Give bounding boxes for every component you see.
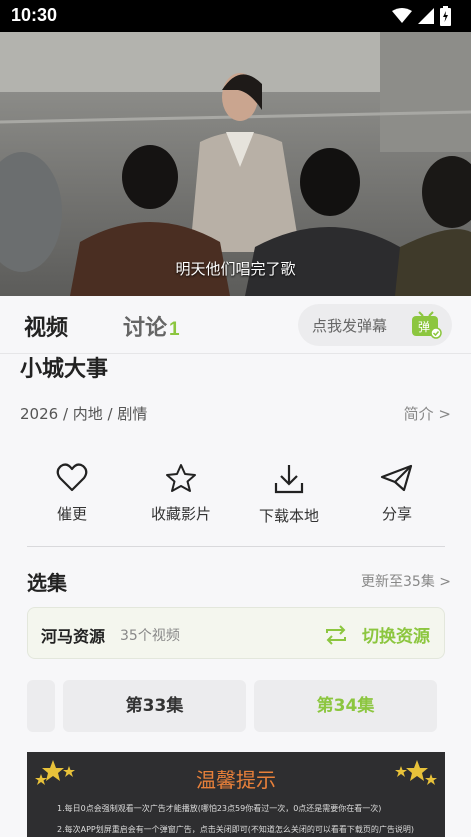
status-time: 10:30 <box>11 5 58 25</box>
show-title: 小城大事 <box>20 357 109 382</box>
download-label: 下载本地 <box>258 507 319 525</box>
danmu-tv-icon[interactable]: 弹 <box>410 310 442 340</box>
tabs-bar: 视频 讨论 1 点我发弹幕 弹 <box>0 296 471 354</box>
show-meta: 2026 / 内地 / 剧情 <box>20 405 148 423</box>
heart-icon <box>56 463 88 492</box>
tab-discussion[interactable]: 讨论 1 <box>123 310 180 342</box>
svg-text:弹: 弹 <box>418 320 430 334</box>
star-icon <box>166 464 196 492</box>
source-name: 河马资源 <box>41 627 106 646</box>
source-count: 35个视频 <box>120 628 180 644</box>
favorite-label: 收藏影片 <box>150 505 211 523</box>
episode-item[interactable]: 第33集 <box>63 680 246 732</box>
danmu-placeholder: 点我发弹幕 <box>312 317 388 335</box>
video-frame <box>0 32 471 296</box>
switch-arrows-icon <box>326 624 346 645</box>
action-row: 催更 收藏影片 下载本地 分享 <box>20 463 451 543</box>
discussion-count-badge: 1 <box>169 319 180 340</box>
status-icons <box>392 6 451 26</box>
share-label: 分享 <box>381 505 412 523</box>
episode-item-active[interactable]: 第34集 <box>254 680 437 732</box>
urge-update-label: 催更 <box>56 505 87 523</box>
favorite-button[interactable]: 收藏影片 <box>141 463 221 524</box>
signal-icon <box>418 8 434 24</box>
tab-video[interactable]: 视频 <box>24 310 68 342</box>
switch-source-button[interactable]: 切换资源 <box>324 622 430 647</box>
episode-list: 第33集 第34集 <box>27 680 471 732</box>
episodes-update-link[interactable]: 更新至35集 > <box>361 571 451 591</box>
video-subtitle: 明天他们唱完了歌 <box>175 260 296 278</box>
share-button[interactable]: 分享 <box>357 463 437 524</box>
episodes-heading: 选集 <box>27 571 67 595</box>
notice-banner: 温馨提示 1.每日0点会强制观看一次广告才能播放(哪怕23点59你看过一次，0点… <box>27 752 445 837</box>
notice-line-2: 2.每次APP划屏重启会有一个弹窗广告，点击关闭即可(不知道怎么关闭的可以看看下… <box>57 825 414 834</box>
notice-title: 温馨提示 <box>196 768 276 792</box>
status-bar: 10:30 <box>0 0 471 32</box>
notice-line-1: 1.每日0点会强制观看一次广告才能播放(哪怕23点59你看过一次，0点还是需要你… <box>57 804 382 813</box>
tab-discussion-label: 讨论 <box>123 315 168 340</box>
intro-link[interactable]: 简介 > <box>404 403 451 424</box>
source-selector: 河马资源 35个视频 切换资源 <box>27 607 445 659</box>
divider <box>27 546 445 547</box>
battery-icon <box>440 6 451 26</box>
wifi-icon <box>392 8 412 23</box>
download-icon <box>274 465 304 494</box>
detail-content: 小城大事 2026 / 内地 / 剧情 简介 > 催更 收藏影片 下载本地 分享… <box>0 355 471 837</box>
episode-item-partial[interactable] <box>27 680 55 732</box>
download-button[interactable]: 下载本地 <box>249 463 329 526</box>
switch-source-label: 切换资源 <box>362 627 430 647</box>
danmu-input-button[interactable]: 点我发弹幕 弹 <box>298 304 452 346</box>
urge-update-button[interactable]: 催更 <box>32 463 112 524</box>
paper-plane-icon <box>380 464 413 492</box>
video-player[interactable]: 明天他们唱完了歌 <box>0 32 471 296</box>
